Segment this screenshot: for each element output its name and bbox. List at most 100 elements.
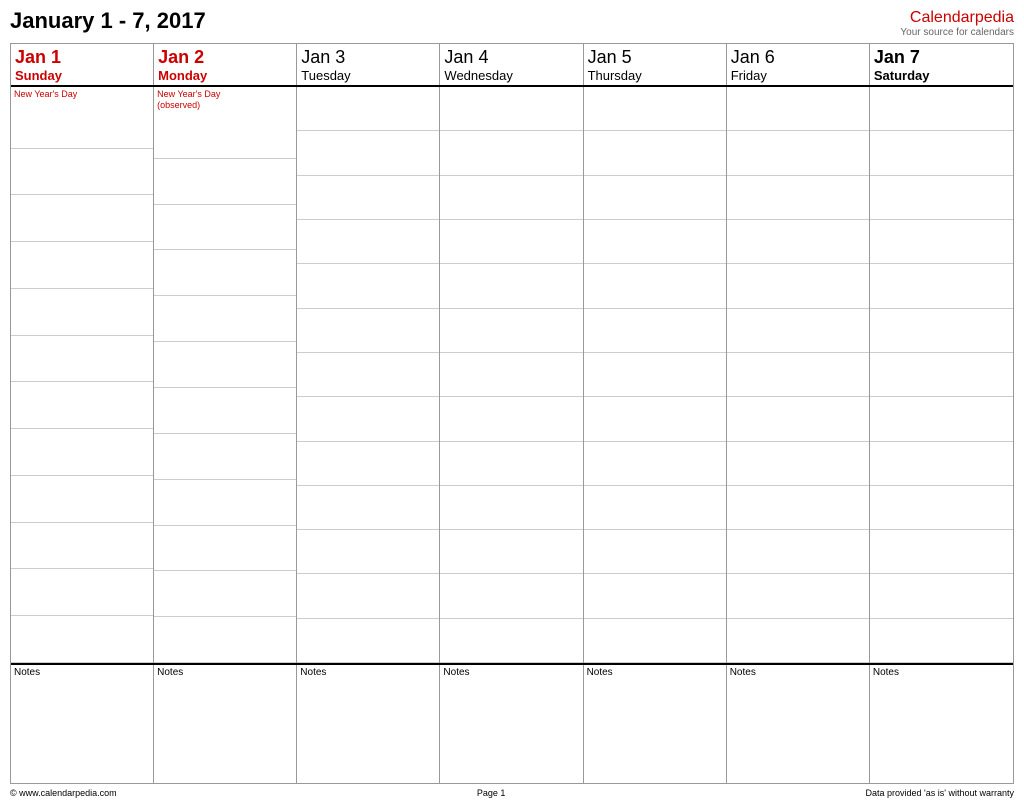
- day-header-0: Jan 1 Sunday: [11, 44, 154, 85]
- time-row: [297, 530, 439, 574]
- time-row: [297, 87, 439, 131]
- page: January 1 - 7, 2017 Calendarpedia Your s…: [0, 0, 1024, 804]
- notes-col-0: Notes: [11, 665, 154, 783]
- time-row: [584, 353, 726, 397]
- footer-center: Page 1: [477, 788, 506, 798]
- time-row: [440, 442, 582, 486]
- footer-left: © www.calendarpedia.com: [10, 788, 117, 798]
- time-row: [11, 195, 153, 242]
- time-row: [440, 530, 582, 574]
- time-row: [870, 176, 1013, 220]
- event-area-4: [584, 87, 726, 663]
- calendar-body: New Year's Day: [11, 87, 1013, 663]
- time-row: [870, 131, 1013, 175]
- time-row: [11, 523, 153, 570]
- brand-name-calendar: Calendar: [910, 9, 975, 26]
- time-row: [154, 205, 296, 251]
- time-row: [870, 264, 1013, 308]
- time-rows-2: [297, 87, 439, 662]
- day-header-6: Jan 7 Saturday: [870, 44, 1013, 85]
- time-row: [440, 574, 582, 618]
- time-row: [297, 264, 439, 308]
- time-row: [727, 176, 869, 220]
- day-num-1: Jan 2: [158, 47, 292, 68]
- time-row: [727, 442, 869, 486]
- notes-label-5: Notes: [730, 667, 866, 678]
- time-row: [584, 264, 726, 308]
- time-row: [297, 220, 439, 264]
- time-row: [11, 429, 153, 476]
- day-header-5: Jan 6 Friday: [727, 44, 870, 85]
- time-row: [11, 149, 153, 196]
- time-row: [584, 309, 726, 353]
- time-row: [440, 309, 582, 353]
- notes-col-1: Notes: [154, 665, 297, 783]
- notes-label-0: Notes: [14, 667, 150, 678]
- time-row: [870, 442, 1013, 486]
- time-row: [11, 569, 153, 616]
- day-column-2: [297, 87, 440, 663]
- footer: © www.calendarpedia.com Page 1 Data prov…: [10, 786, 1014, 800]
- day-num-6: Jan 7: [874, 47, 1009, 68]
- brand-name: Calendarpedia: [900, 8, 1014, 27]
- time-row: [727, 574, 869, 618]
- holiday-1: New Year's Day(observed): [154, 87, 296, 113]
- time-row: [584, 442, 726, 486]
- time-row: [154, 388, 296, 434]
- holiday-0: New Year's Day: [11, 87, 153, 102]
- time-row: [154, 250, 296, 296]
- header: January 1 - 7, 2017 Calendarpedia Your s…: [10, 8, 1014, 39]
- time-row: [154, 159, 296, 205]
- time-row: [727, 397, 869, 441]
- time-row: [870, 486, 1013, 530]
- day-name-0: Sunday: [15, 68, 149, 83]
- time-row: [11, 382, 153, 429]
- time-row: [297, 397, 439, 441]
- time-row: [727, 486, 869, 530]
- brand-name-pedia: pedia: [975, 9, 1014, 26]
- time-row: [584, 619, 726, 662]
- notes-label-4: Notes: [587, 667, 723, 678]
- time-row: [584, 220, 726, 264]
- notes-area: Notes Notes Notes Notes Notes Notes Note…: [11, 663, 1013, 783]
- notes-col-2: Notes: [297, 665, 440, 783]
- time-rows-4: [584, 87, 726, 662]
- footer-right: Data provided 'as is' without warranty: [865, 788, 1014, 798]
- notes-label-1: Notes: [157, 667, 293, 678]
- day-name-4: Thursday: [588, 68, 722, 83]
- time-row: [154, 617, 296, 662]
- time-row: [727, 131, 869, 175]
- time-row: [11, 616, 153, 662]
- time-rows-0: [11, 102, 153, 662]
- time-row: [870, 220, 1013, 264]
- time-row: [297, 131, 439, 175]
- event-area-3: [440, 87, 582, 663]
- time-row: [870, 353, 1013, 397]
- time-row: [440, 220, 582, 264]
- time-rows-3: [440, 87, 582, 662]
- day-num-5: Jan 6: [731, 47, 865, 68]
- day-header-2: Jan 3 Tuesday: [297, 44, 440, 85]
- time-row: [154, 342, 296, 388]
- time-row: [727, 309, 869, 353]
- time-row: [870, 87, 1013, 131]
- notes-col-6: Notes: [870, 665, 1013, 783]
- time-row: [870, 530, 1013, 574]
- time-row: [297, 309, 439, 353]
- time-row: [440, 176, 582, 220]
- time-row: [727, 530, 869, 574]
- time-row: [440, 619, 582, 662]
- event-area-5: [727, 87, 869, 663]
- day-column-1: New Year's Day(observed): [154, 87, 297, 663]
- notes-label-6: Notes: [873, 667, 1010, 678]
- brand-tagline: Your source for calendars: [900, 27, 1014, 39]
- day-num-4: Jan 5: [588, 47, 722, 68]
- day-column-5: [727, 87, 870, 663]
- time-row: [154, 480, 296, 526]
- day-column-6: [870, 87, 1013, 663]
- day-column-0: New Year's Day: [11, 87, 154, 663]
- time-row: [154, 526, 296, 572]
- brand: Calendarpedia Your source for calendars: [900, 8, 1014, 39]
- time-rows-5: [727, 87, 869, 662]
- day-name-1: Monday: [158, 68, 292, 83]
